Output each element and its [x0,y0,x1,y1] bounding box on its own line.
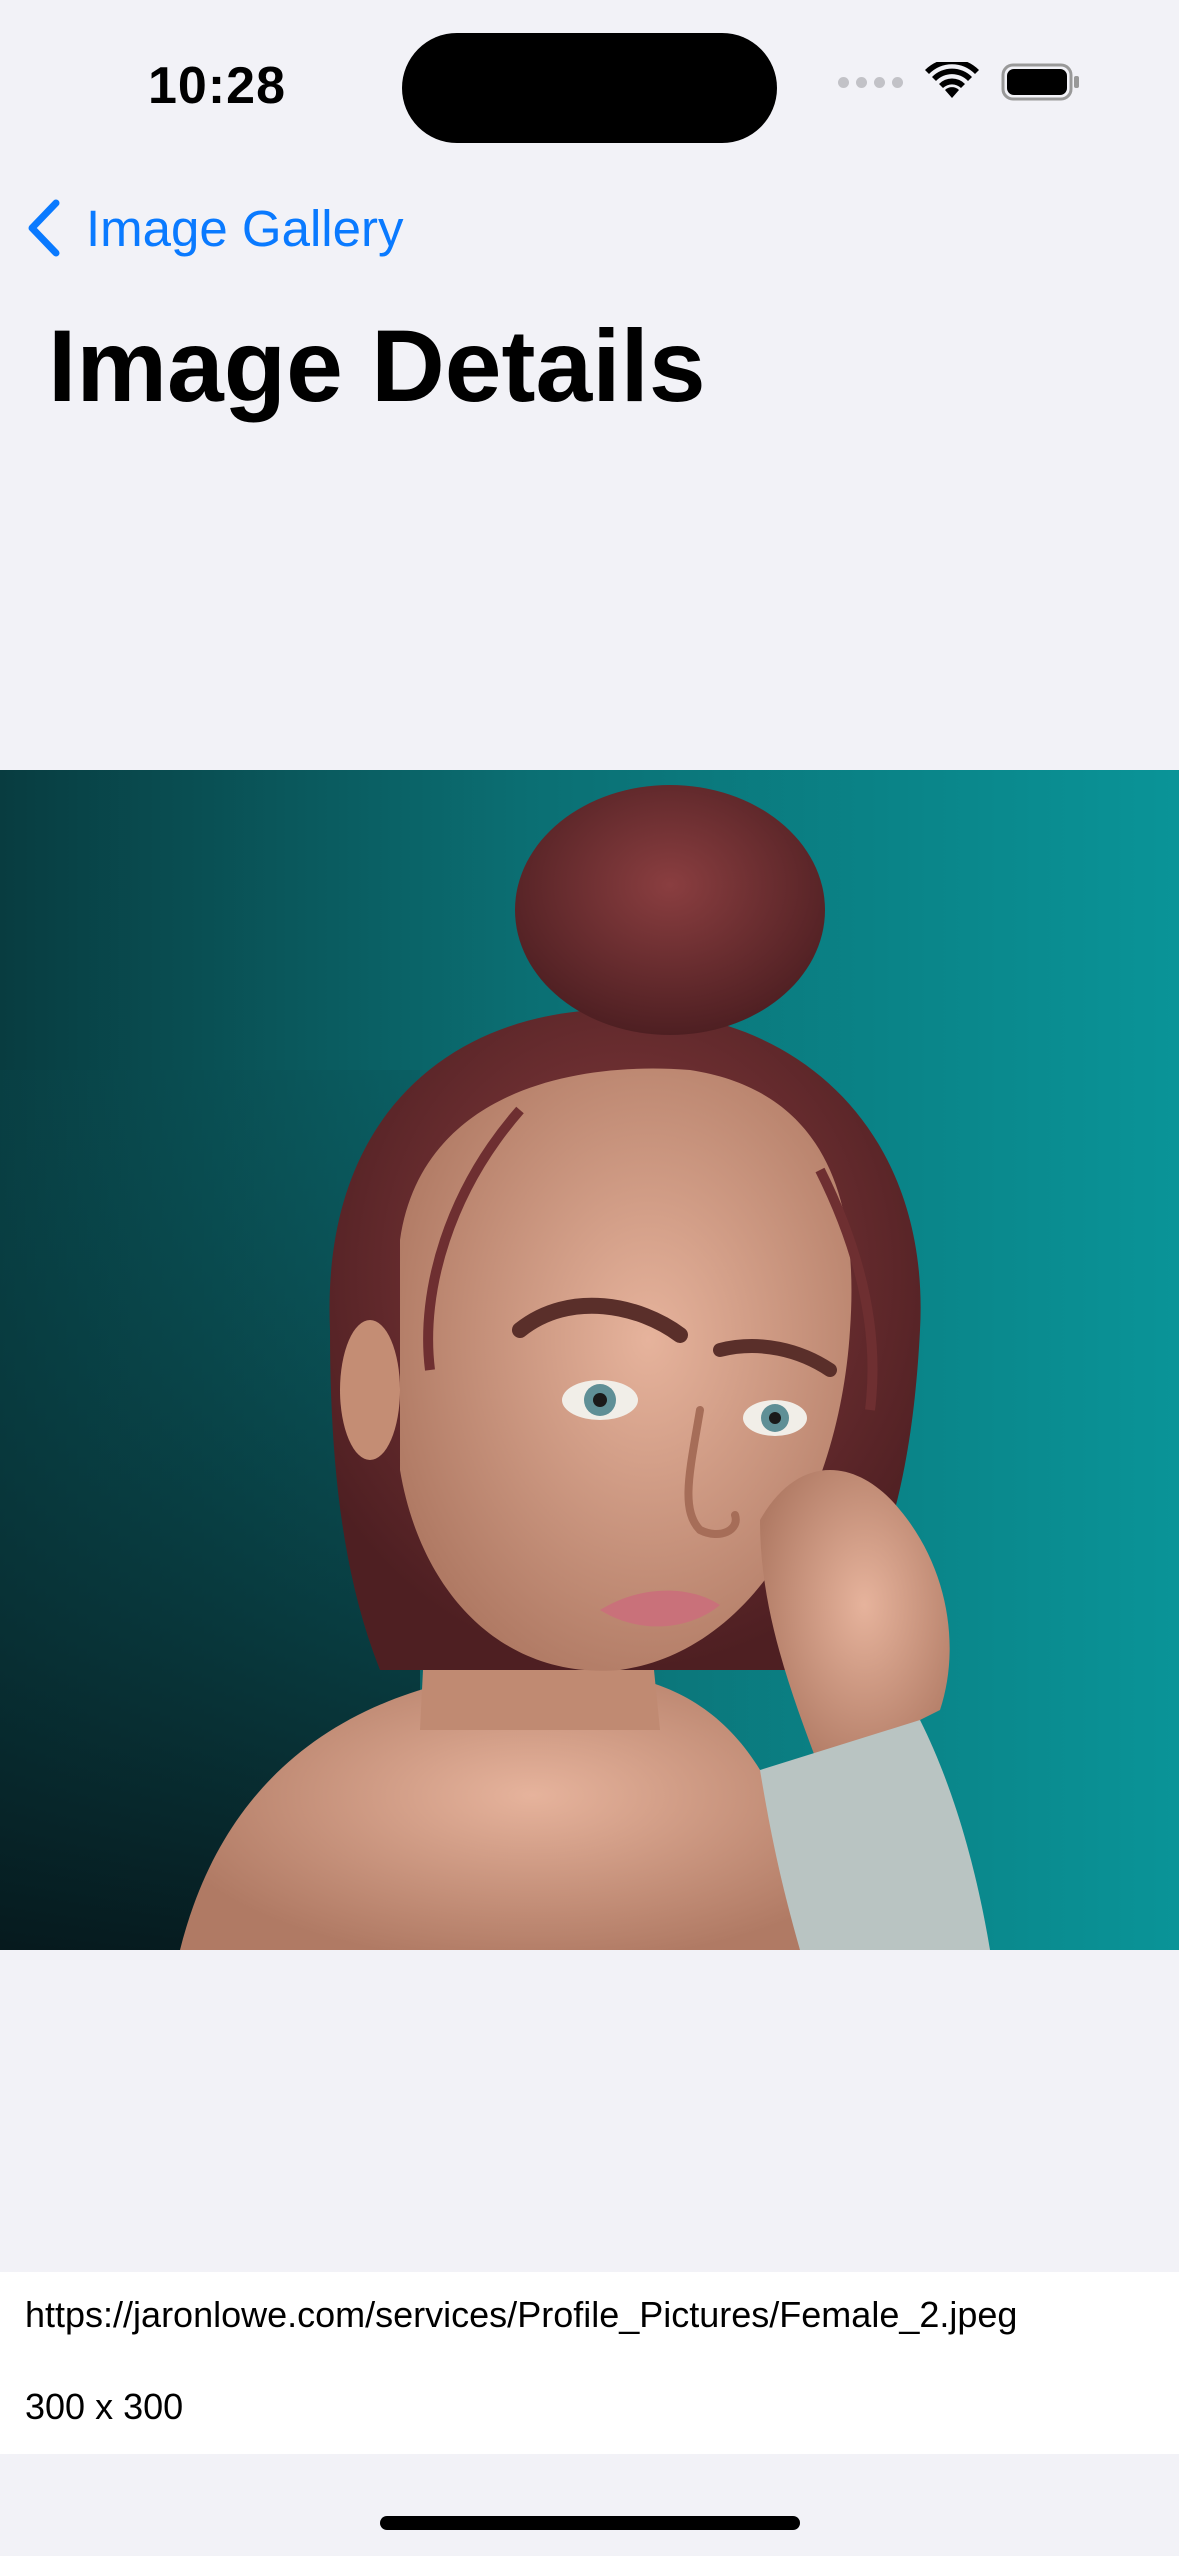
dynamic-island [402,33,777,143]
detail-image [0,770,1179,1950]
wifi-icon [925,62,979,98]
image-url: https://jaronlowe.com/services/Profile_P… [25,2294,1018,2335]
back-button[interactable]: Image Gallery [26,196,403,260]
battery-icon [1001,63,1079,101]
status-time: 10:28 [148,57,286,115]
back-button-label: Image Gallery [86,199,404,257]
cellular-signal-icon [838,76,903,88]
chevron-left-icon [28,199,60,257]
image-dimensions: 300 x 300 [25,2386,184,2427]
status-icons [838,62,1081,102]
image-info-list: https://jaronlowe.com/services/Profile_P… [0,2272,1179,2454]
home-indicator[interactable] [380,2516,800,2530]
page-title: Image Details [48,309,706,423]
